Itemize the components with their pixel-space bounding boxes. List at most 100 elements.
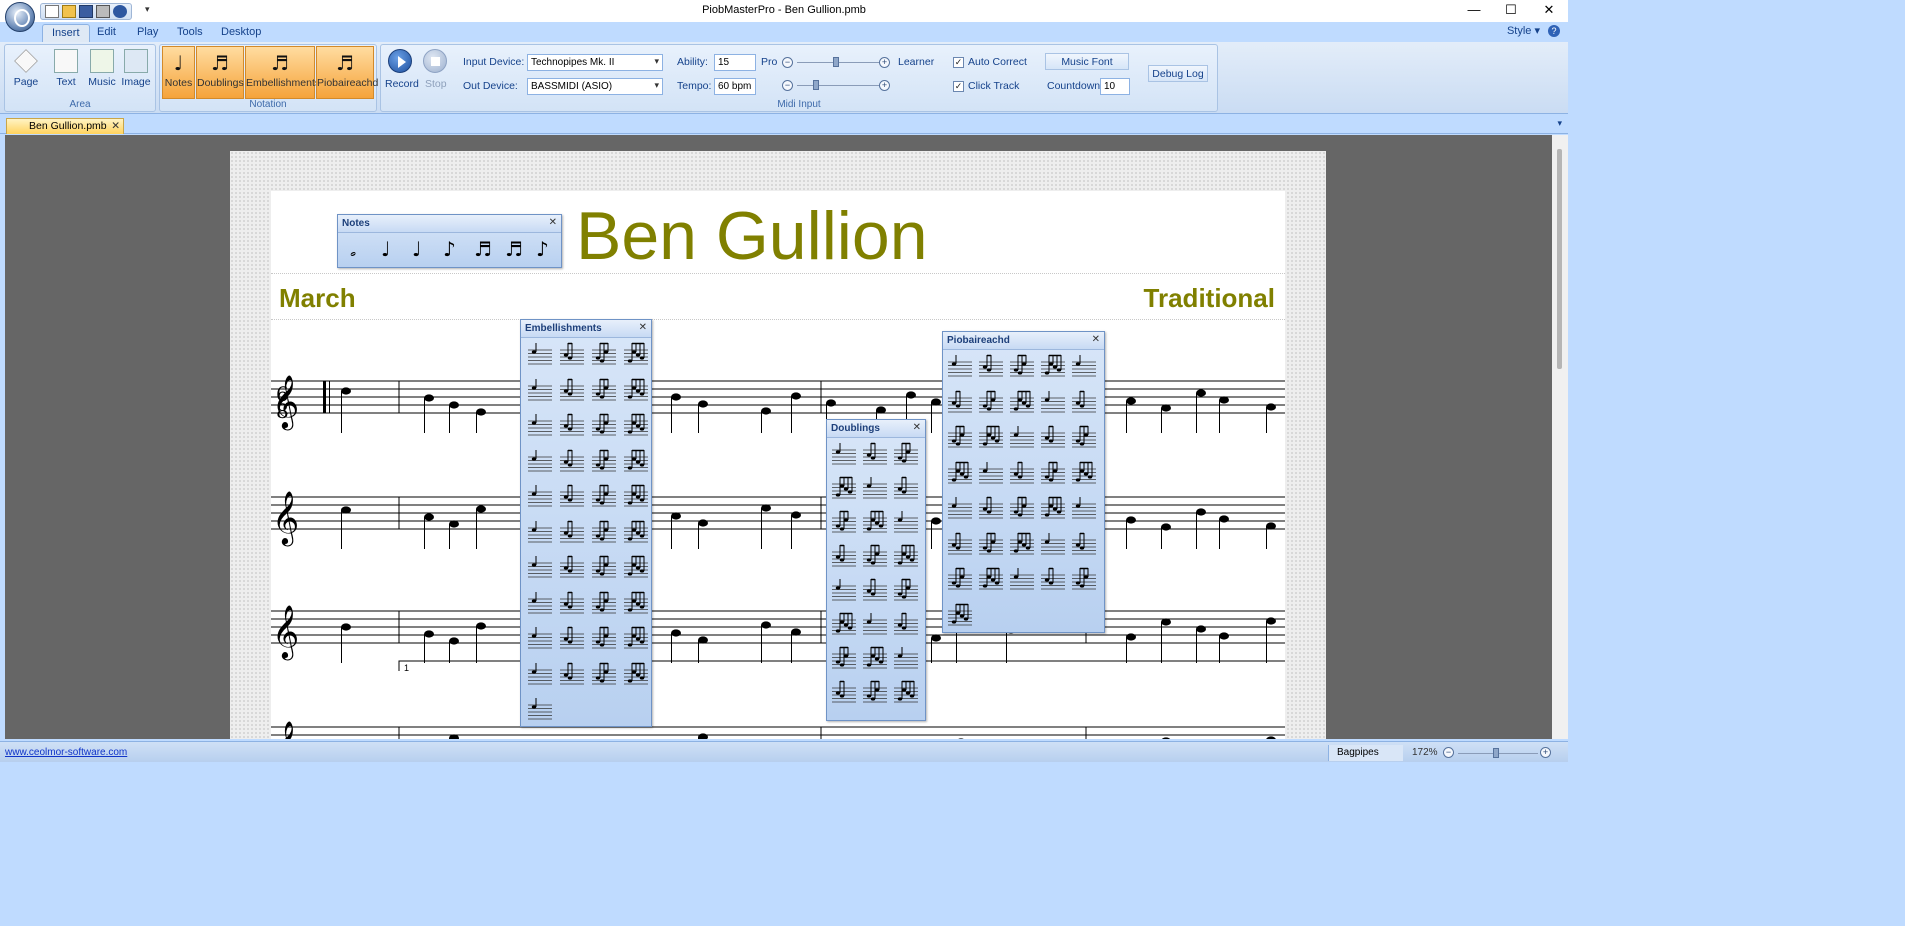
note-head[interactable] — [476, 408, 486, 416]
gracenote-icon[interactable] — [592, 520, 616, 546]
gracenote-icon[interactable] — [894, 578, 918, 604]
gracenote-icon[interactable] — [979, 425, 1003, 451]
score-sheet[interactable]: Ben Gullion March Traditional 𝄞𝄞𝄞𝄞 6 8 1 — [271, 191, 1285, 739]
text-button[interactable]: Text — [49, 47, 83, 93]
doublings-button[interactable]: ♬ Doublings — [196, 46, 244, 99]
gracenote-icon[interactable] — [592, 591, 616, 617]
note-head[interactable] — [698, 519, 708, 527]
gracenote-icon[interactable] — [979, 567, 1003, 593]
gracenote-icon[interactable] — [832, 612, 856, 638]
note-head[interactable] — [698, 400, 708, 408]
gracenote-icon[interactable] — [560, 378, 584, 404]
note-head[interactable] — [424, 394, 434, 402]
image-button[interactable]: Image — [119, 47, 153, 93]
gracenote-icon[interactable] — [948, 354, 972, 380]
countdown-input[interactable]: 10 — [1100, 78, 1130, 95]
gracenote-icon[interactable] — [979, 532, 1003, 558]
gracenote-icon[interactable] — [592, 555, 616, 581]
gracenote-icon[interactable] — [560, 626, 584, 652]
gracenote-icon[interactable] — [592, 626, 616, 652]
note-head[interactable] — [761, 407, 771, 415]
note-head[interactable] — [341, 506, 351, 514]
gracenote-icon[interactable] — [1041, 496, 1065, 522]
gracenote-icon[interactable] — [1010, 425, 1034, 451]
gracenote-icon[interactable] — [528, 555, 552, 581]
gracenote-icon[interactable] — [948, 390, 972, 416]
gracenote-icon[interactable] — [1010, 567, 1034, 593]
gracenote-icon[interactable] — [528, 449, 552, 475]
gracenote-icon[interactable] — [1010, 532, 1034, 558]
gracenote-icon[interactable] — [560, 591, 584, 617]
note-head[interactable] — [1161, 618, 1171, 626]
gracenote-icon[interactable] — [624, 449, 648, 475]
tempo-plus-icon[interactable]: + — [879, 80, 890, 91]
note-head[interactable] — [931, 398, 941, 406]
gracenote-icon[interactable] — [948, 567, 972, 593]
gracenote-icon[interactable] — [560, 484, 584, 510]
gracenote-icon[interactable] — [592, 413, 616, 439]
gracenote-icon[interactable] — [1010, 461, 1034, 487]
gracenote-icon[interactable] — [894, 544, 918, 570]
application-menu-button[interactable] — [5, 2, 35, 32]
gracenote-icon[interactable] — [979, 461, 1003, 487]
gracenote-icon[interactable] — [1072, 567, 1096, 593]
music-staves[interactable]: 𝄞𝄞𝄞𝄞 6 8 1 — [271, 191, 1285, 739]
gracenote-icon[interactable] — [832, 442, 856, 468]
maximize-button[interactable]: ☐ — [1496, 2, 1526, 18]
gracenote-icon[interactable] — [948, 425, 972, 451]
gracenote-icon[interactable] — [979, 390, 1003, 416]
gracenote-icon[interactable] — [863, 442, 887, 468]
gracenote-icon[interactable] — [863, 646, 887, 672]
gracenote-icon[interactable] — [894, 680, 918, 706]
quick-access-dropdown-icon[interactable]: ▾ — [145, 4, 150, 15]
note-head[interactable] — [761, 621, 771, 629]
note-head[interactable] — [876, 406, 886, 414]
gracenote-icon[interactable] — [528, 520, 552, 546]
gracenote-icon[interactable] — [528, 378, 552, 404]
minimize-button[interactable]: — — [1459, 2, 1489, 17]
gracenote-icon[interactable] — [592, 662, 616, 688]
note-value-icon[interactable]: ♬ — [474, 237, 492, 261]
ability-slider-thumb[interactable] — [833, 57, 839, 67]
open-folder-icon[interactable] — [62, 5, 76, 18]
close-button[interactable]: ✕ — [1534, 2, 1564, 18]
note-value-icon[interactable]: ♩ — [381, 237, 390, 261]
gracenote-icon[interactable] — [1041, 390, 1065, 416]
tempo-input[interactable]: 60 bpm — [714, 78, 756, 95]
record-button[interactable] — [388, 49, 412, 73]
gracenote-icon[interactable] — [894, 612, 918, 638]
note-head[interactable] — [1196, 625, 1206, 633]
zoom-out-icon[interactable]: − — [1443, 747, 1454, 758]
gracenote-icon[interactable] — [863, 510, 887, 536]
gracenote-icon[interactable] — [624, 342, 648, 368]
gracenote-icon[interactable] — [624, 591, 648, 617]
gracenote-icon[interactable] — [948, 603, 972, 629]
note-head[interactable] — [424, 630, 434, 638]
note-head[interactable] — [449, 637, 459, 645]
gracenote-icon[interactable] — [948, 532, 972, 558]
gracenote-icon[interactable] — [948, 496, 972, 522]
gracenote-icon[interactable] — [560, 449, 584, 475]
gracenote-icon[interactable] — [528, 662, 552, 688]
music-font-button[interactable]: Music Font — [1045, 53, 1129, 70]
gracenote-icon[interactable] — [560, 662, 584, 688]
stop-button[interactable] — [423, 49, 447, 73]
tab-play[interactable]: Play — [128, 24, 167, 42]
gracenote-icon[interactable] — [863, 612, 887, 638]
gracenote-icon[interactable] — [624, 555, 648, 581]
note-head[interactable] — [1126, 633, 1136, 641]
gracenote-icon[interactable] — [894, 476, 918, 502]
gracenote-icon[interactable] — [528, 342, 552, 368]
gracenote-icon[interactable] — [528, 626, 552, 652]
gracenote-icon[interactable] — [863, 680, 887, 706]
note-head[interactable] — [761, 504, 771, 512]
gracenote-icon[interactable] — [560, 413, 584, 439]
gracenote-icon[interactable] — [624, 378, 648, 404]
piobaireachd-button[interactable]: ♬ Piobaireachd — [316, 46, 378, 99]
gracenote-icon[interactable] — [1010, 496, 1034, 522]
gracenote-icon[interactable] — [832, 578, 856, 604]
zoom-slider-thumb[interactable] — [1493, 748, 1499, 758]
gracenote-icon[interactable] — [894, 510, 918, 536]
notes-panel-close-icon[interactable]: ✕ — [549, 217, 557, 228]
gracenote-icon[interactable] — [1041, 461, 1065, 487]
